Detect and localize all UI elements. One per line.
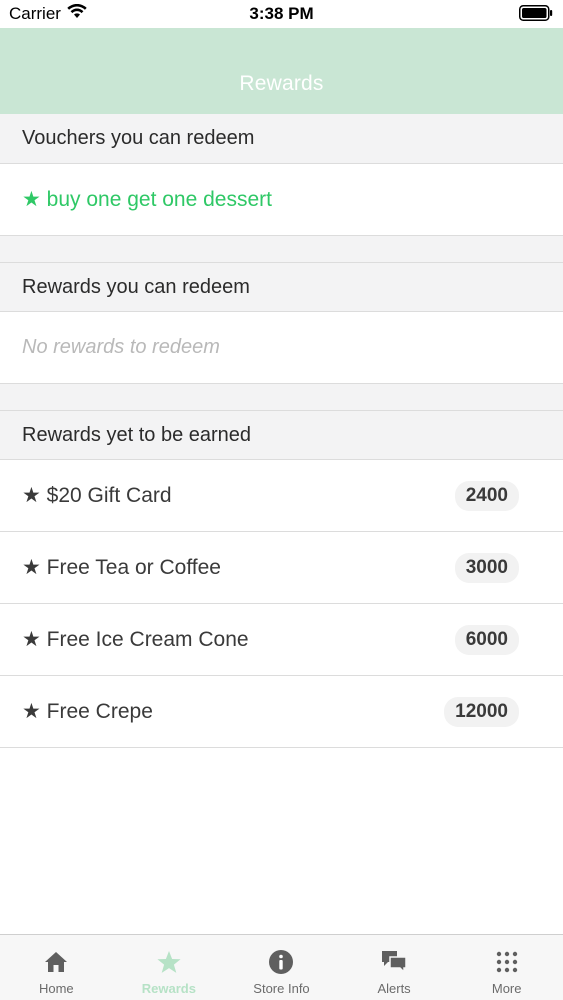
section-title: Vouchers you can redeem [22,127,255,149]
section-header-rewards: Rewards you can redeem [0,262,563,312]
reward-row-ice-cream[interactable]: ★ Free Ice Cream Cone 6000 [0,604,563,676]
tab-label: More [491,981,522,996]
tab-alerts[interactable]: Alerts [338,935,451,1000]
section-header-vouchers: Vouchers you can redeem [0,114,563,164]
tab-label: Home [38,981,74,996]
status-bar: Carrier 3:38 PM [0,0,563,28]
tab-more[interactable]: More [450,935,563,1000]
voucher-label: ★ buy one get one dessert [22,188,272,211]
section-title: Rewards yet to be earned [22,423,252,446]
voucher-row[interactable]: ★ buy one get one dessert [0,164,563,236]
reward-label: ★ Free Crepe [22,700,153,723]
empty-message: No rewards to redeem [22,336,220,358]
home-icon [44,948,68,976]
tab-label: Rewards [141,981,196,996]
points-badge: 12000 [444,696,519,727]
chat-bubbles-icon [380,948,408,976]
tab-home[interactable]: Home [0,935,113,1000]
page-title: Rewards [239,72,324,95]
section-title: Rewards you can redeem [22,275,250,298]
reward-label: ★ Free Tea or Coffee [22,556,221,579]
info-icon [268,948,294,976]
tab-bar: Home Rewards Store Info Alerts More [0,934,563,1000]
empty-rewards-row: No rewards to redeem [0,312,563,384]
navigation-bar: Rewards [0,28,563,114]
status-time: 3:38 PM [249,4,314,23]
grid-dots-icon [495,948,519,976]
points-badge: 6000 [454,624,519,655]
rewards-list: Vouchers you can redeem ★ buy one get on… [0,114,563,748]
reward-row-gift-card[interactable]: ★ $20 Gift Card 2400 [0,460,563,532]
reward-row-tea-coffee[interactable]: ★ Free Tea or Coffee 3000 [0,532,563,604]
battery-icon [519,5,553,26]
points-badge: 2400 [454,480,519,511]
screen: Carrier 3:38 PM Rewards Vouchers you can… [0,0,563,1000]
star-icon [156,948,182,976]
tab-label: Alerts [377,981,411,996]
tab-rewards[interactable]: Rewards [113,935,226,1000]
points-badge: 3000 [454,552,519,583]
reward-label: ★ $20 Gift Card [22,484,172,507]
section-header-yet-to-earn: Rewards yet to be earned [0,410,563,460]
reward-row-crepe[interactable]: ★ Free Crepe 12000 [0,676,563,748]
tab-store-info[interactable]: Store Info [225,935,338,1000]
tab-label: Store Info [253,981,310,996]
section-gap [0,236,563,262]
reward-label: ★ Free Ice Cream Cone [22,628,249,651]
section-gap [0,384,563,410]
